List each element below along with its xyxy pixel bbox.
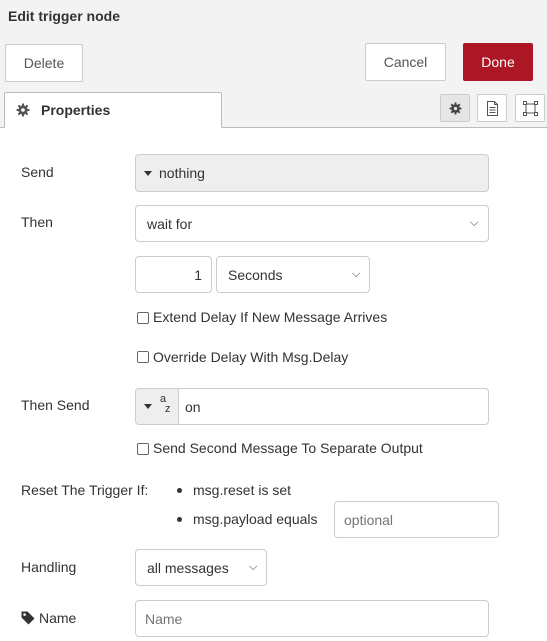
extend-delay-checkbox[interactable] <box>137 312 149 324</box>
then-send-input[interactable]: a z on <box>135 388 489 425</box>
reset-item-reset: msg.reset is set <box>193 482 292 498</box>
second-output-checkbox[interactable] <box>137 443 149 455</box>
send-select[interactable]: nothing <box>135 154 489 192</box>
name-label: Name <box>39 610 77 626</box>
cancel-button[interactable]: Cancel <box>365 43 446 81</box>
caret-down-icon <box>144 404 152 409</box>
delay-value: 1 <box>194 267 202 283</box>
tab-description-button[interactable] <box>477 94 507 122</box>
tag-icon <box>21 611 35 625</box>
delay-unit-value: Seconds <box>228 267 283 283</box>
caret-down-icon <box>144 171 152 176</box>
type-selector[interactable]: a z <box>136 389 179 424</box>
handling-value: all messages <box>147 560 229 576</box>
then-send-label: Then Send <box>21 397 90 413</box>
gear-icon <box>449 102 462 115</box>
tab-properties-label: Properties <box>41 102 111 118</box>
then-select[interactable]: wait for ⌵ <box>135 205 489 242</box>
delete-button[interactable]: Delete <box>5 44 83 82</box>
handling-label: Handling <box>21 559 77 575</box>
send-label: Send <box>21 164 54 180</box>
chevron-down-icon: ⌵ <box>249 561 258 573</box>
then-label: Then <box>21 214 53 230</box>
delay-input[interactable]: 1 <box>135 256 212 293</box>
override-delay-checkbox[interactable] <box>137 351 149 363</box>
az-icon-sub: z <box>165 403 171 415</box>
chevron-down-icon: ⌵ <box>352 268 361 280</box>
name-input[interactable] <box>135 600 489 637</box>
tab-settings-button[interactable] <box>440 94 470 122</box>
second-output-label: Send Second Message To Separate Output <box>153 440 423 456</box>
document-icon <box>487 101 498 116</box>
extend-delay-label: Extend Delay If New Message Arrives <box>153 309 388 325</box>
bullet <box>177 517 182 522</box>
reset-item-payload: msg.payload equals <box>193 511 318 527</box>
handling-select[interactable]: all messages ⌵ <box>135 549 267 586</box>
chevron-down-icon: ⌵ <box>470 217 479 229</box>
reset-payload-input[interactable] <box>334 501 499 538</box>
dialog-title: Edit trigger node <box>8 8 120 24</box>
then-value: wait for <box>147 216 193 232</box>
frame-icon <box>523 101 538 116</box>
done-button[interactable]: Done <box>463 43 533 81</box>
then-send-value: on <box>185 399 201 415</box>
override-delay-label: Override Delay With Msg.Delay <box>153 349 349 365</box>
bullet <box>177 488 182 493</box>
gear-icon <box>16 103 30 117</box>
tab-properties[interactable]: Properties <box>4 92 222 128</box>
tab-appearance-button[interactable] <box>515 94 545 122</box>
send-value: nothing <box>159 165 205 181</box>
delay-unit-select[interactable]: Seconds ⌵ <box>216 256 370 293</box>
reset-label: Reset The Trigger If: <box>21 482 149 498</box>
